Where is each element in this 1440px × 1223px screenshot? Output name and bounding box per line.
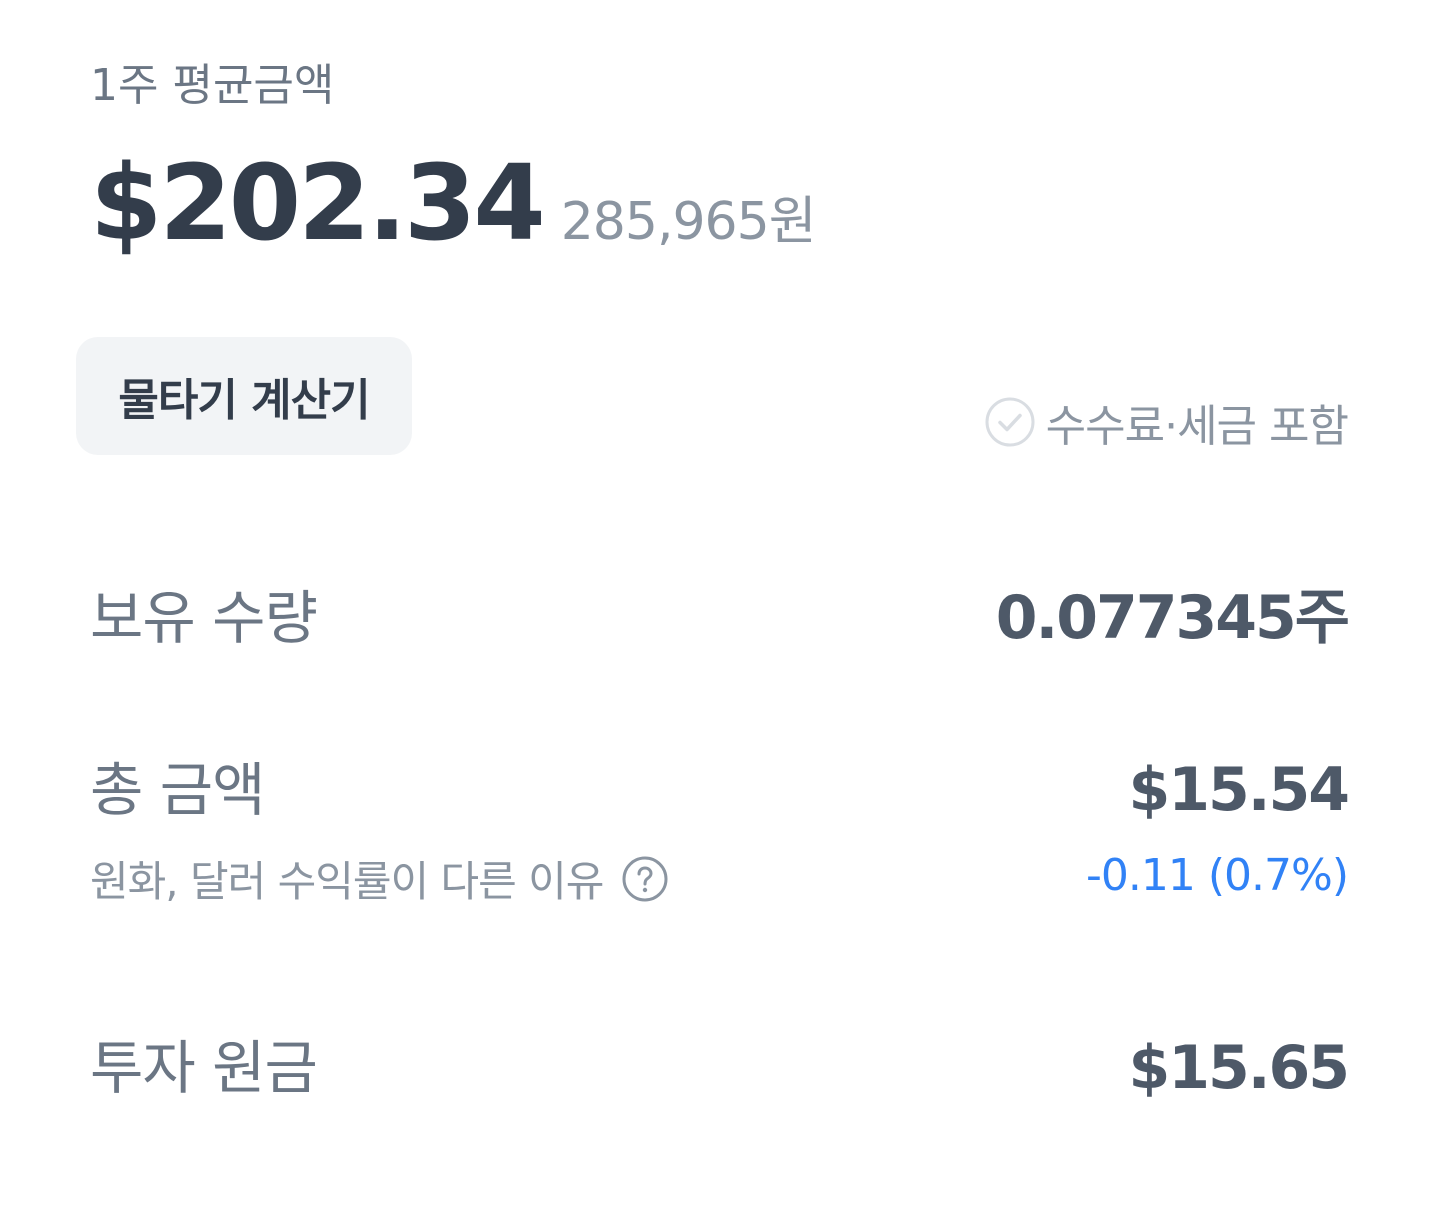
total-amount-change: -0.11 (0.7%) — [1086, 850, 1349, 901]
question-circle-icon — [622, 856, 668, 901]
principal-value: $15.65 — [1128, 1033, 1350, 1103]
avg-price-row: $202.34 285,965원 — [90, 142, 817, 264]
quantity-value: 0.077345주 — [995, 583, 1350, 653]
avg-price-krw: 285,965원 — [560, 192, 817, 252]
quantity-label: 보유 수량 — [90, 584, 318, 652]
averaging-calculator-button[interactable]: 물타기 계산기 — [76, 337, 412, 455]
total-amount-label: 총 금액 — [90, 756, 266, 824]
avg-price-label: 1주 평균금액 — [90, 60, 335, 111]
return-difference-text: 원화, 달러 수익률이 다른 이유 — [90, 857, 604, 906]
fee-tax-toggle[interactable]: 수수료·세금 포함 — [984, 390, 1349, 454]
total-amount-value: $15.54 — [1128, 755, 1350, 825]
avg-price-usd: $202.34 — [90, 142, 546, 264]
return-difference-help[interactable]: 원화, 달러 수익률이 다른 이유 — [90, 848, 669, 909]
check-circle-icon — [985, 397, 1035, 447]
principal-label: 투자 원금 — [90, 1034, 318, 1102]
fee-tax-label: 수수료·세금 포함 — [1045, 401, 1349, 452]
